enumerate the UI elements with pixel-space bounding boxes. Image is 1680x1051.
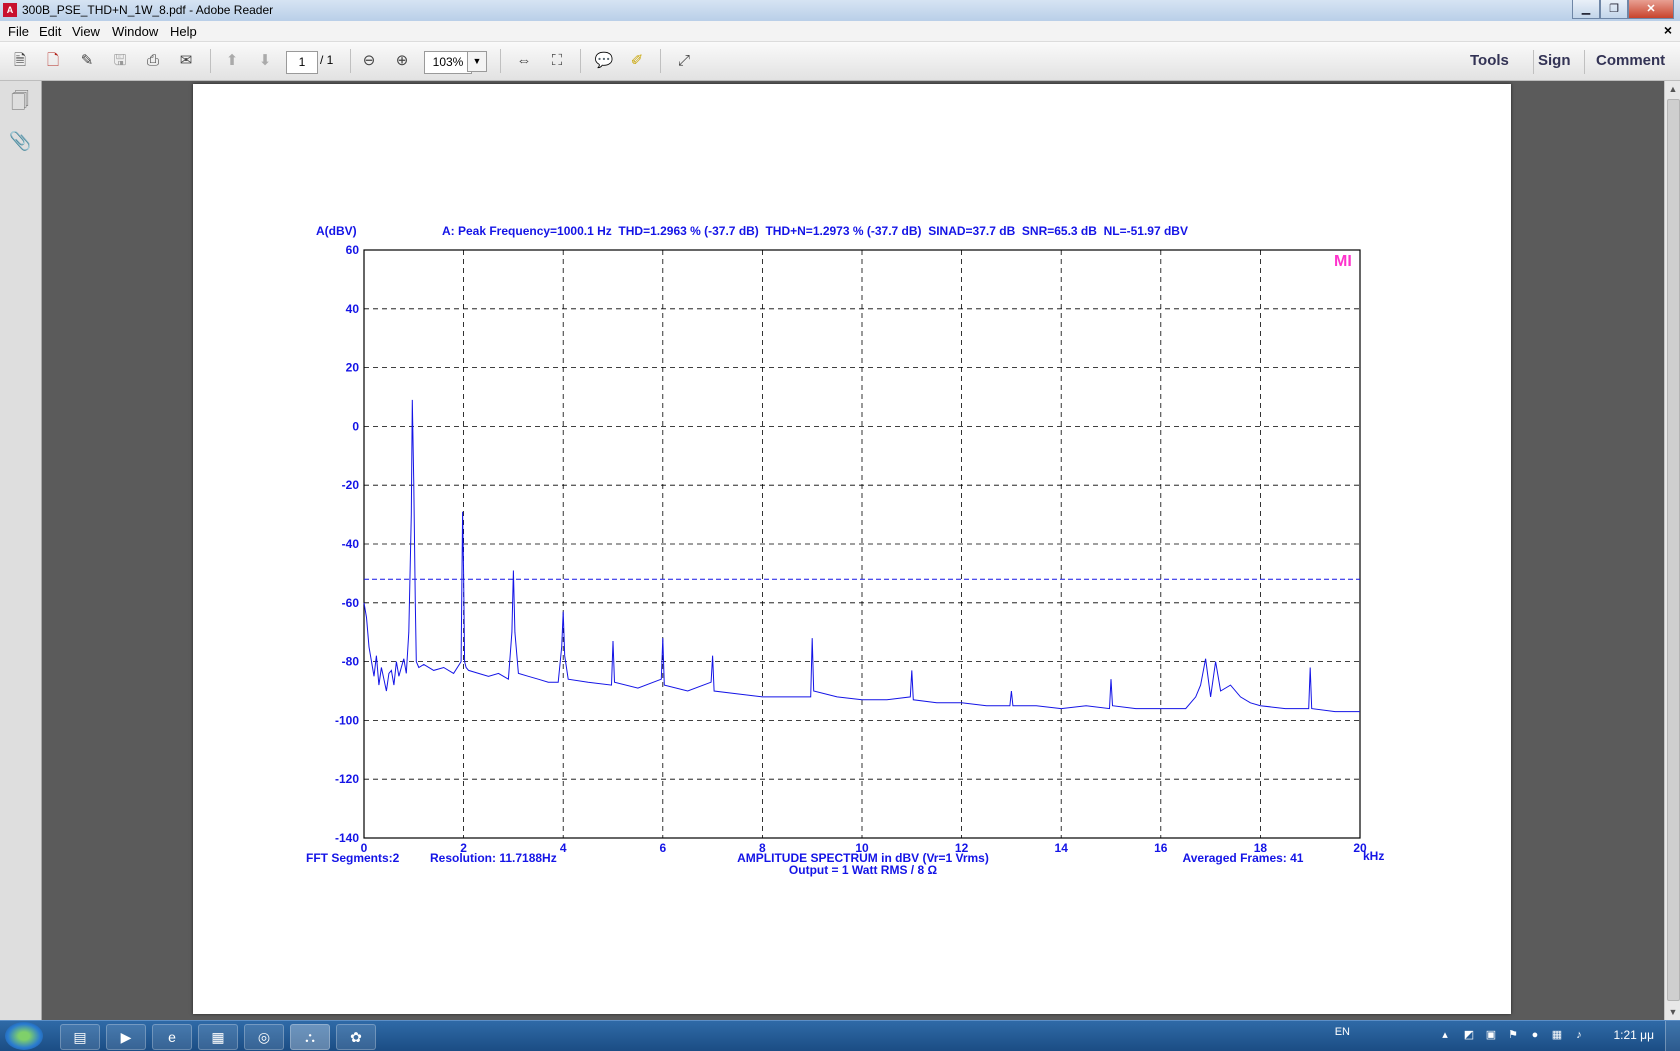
flag-icon[interactable]: ⚑ xyxy=(1506,1028,1520,1042)
y-axis-label: A(dBV) xyxy=(316,224,357,238)
window-title: 300B_PSE_THD+N_1W_8.pdf - Adobe Reader xyxy=(22,3,274,17)
save-icon[interactable]: 🖫 xyxy=(110,51,130,71)
email-icon[interactable]: ✉ xyxy=(176,51,196,71)
clock[interactable]: 1:21 μμ xyxy=(1613,1028,1654,1042)
toolbar-separator xyxy=(500,49,501,73)
sign-button[interactable]: Sign xyxy=(1538,52,1571,69)
menu-help[interactable]: Help xyxy=(170,24,197,39)
explorer-icon[interactable]: ▤ xyxy=(60,1024,100,1050)
spectrum-chart: 6040200-20-40-60-80-100-120-140 0 2 4 6 8 10 1… xyxy=(306,224,1384,877)
language-indicator[interactable]: EN xyxy=(1335,1026,1350,1038)
toolbar-separator xyxy=(1533,50,1534,74)
toolbar-separator xyxy=(350,49,351,73)
chart-grid xyxy=(364,250,1360,838)
tray-icon-3[interactable]: ● xyxy=(1528,1028,1542,1042)
menu-file[interactable]: File xyxy=(8,24,29,39)
next-page-icon[interactable]: ⬇ xyxy=(255,51,275,71)
toolbar-separator xyxy=(660,49,661,73)
page-number-input[interactable] xyxy=(286,51,318,74)
comment-icon[interactable]: 💬 xyxy=(594,51,614,71)
toolbar-separator xyxy=(1584,50,1585,74)
scroll-up-icon[interactable]: ▲ xyxy=(1665,81,1680,97)
menu-bar: File Edit View Window Help × xyxy=(0,21,1680,42)
toolbar: 🗎 🗋 ✎ 🖫 ⎙ ✉ ⬆ ⬇ / 1 ⊖ ⊕ ▼ ⇔ ⛶ 💬 ✐ ⤢ Tool… xyxy=(0,42,1680,81)
zoom-in-icon[interactable]: ⊕ xyxy=(392,51,412,71)
adobe-reader-icon: A xyxy=(3,3,17,17)
navigation-pane: 🗍 📎 xyxy=(0,81,42,1020)
edit-icon[interactable]: ✎ xyxy=(77,51,97,71)
x-tick-label: 14 xyxy=(1055,841,1069,855)
acrobat-icon[interactable]: ⛬ xyxy=(290,1024,330,1050)
close-button[interactable]: ✕ xyxy=(1628,0,1674,19)
fit-width-icon[interactable]: ⇔ xyxy=(514,51,534,71)
y-tick-label: 40 xyxy=(346,302,360,316)
pages-icon[interactable]: 🗍 xyxy=(9,89,31,111)
calculator-icon[interactable]: ▦ xyxy=(198,1024,238,1050)
title-bar: A 300B_PSE_THD+N_1W_8.pdf - Adobe Reader… xyxy=(0,0,1680,22)
ie-icon[interactable]: e xyxy=(152,1024,192,1050)
export-icon[interactable]: 🗋 xyxy=(43,51,63,71)
menu-view[interactable]: View xyxy=(72,24,100,39)
menu-edit[interactable]: Edit xyxy=(39,24,61,39)
close-document-icon[interactable]: × xyxy=(1664,22,1672,38)
comment-button[interactable]: Comment xyxy=(1596,52,1665,69)
toolbar-separator xyxy=(580,49,581,73)
fullscreen-icon[interactable]: ⤢ xyxy=(674,51,694,71)
minimize-button[interactable]: ▁ xyxy=(1572,0,1600,19)
x-tick-label: 4 xyxy=(560,841,567,855)
create-icon[interactable]: 🗎 xyxy=(10,51,30,71)
app-icon[interactable]: ✿ xyxy=(336,1024,376,1050)
fft-segments-label: FFT Segments:2 xyxy=(306,851,400,865)
volume-icon[interactable]: ♪ xyxy=(1572,1028,1586,1042)
show-desktop-button[interactable] xyxy=(1665,1021,1680,1051)
system-tray: EN ▴ ◩ ▣ ⚑ ● ▦ ♪ 1:21 μμ xyxy=(1280,1021,1680,1051)
x-unit-label: kHz xyxy=(1363,849,1384,863)
zoom-out-icon[interactable]: ⊖ xyxy=(359,51,379,71)
highlight-icon[interactable]: ✐ xyxy=(627,51,647,71)
network-icon[interactable]: ▦ xyxy=(1550,1028,1564,1042)
page-total: / 1 xyxy=(320,53,334,67)
window-controls: ▁ ❐ ✕ xyxy=(1572,0,1674,19)
taskbar: ▤ ▶ e ▦ ◎ ⛬ ✿ EN ▴ ◩ ▣ ⚑ ● ▦ ♪ 1:21 μμ xyxy=(0,1020,1680,1051)
zoom-dropdown-button[interactable]: ▼ xyxy=(467,51,487,72)
y-tick-label: -120 xyxy=(335,772,359,786)
resolution-label: Resolution: 11.7188Hz xyxy=(430,851,557,865)
media-player-icon[interactable]: ▶ xyxy=(106,1024,146,1050)
logo-mark: MI xyxy=(1334,253,1352,270)
show-hidden-icon[interactable]: ▴ xyxy=(1438,1028,1452,1042)
menu-window[interactable]: Window xyxy=(112,24,158,39)
y-tick-labels: 60 40 20 0 -20 -40 -60 -80 -100 -120 -140 xyxy=(335,243,359,845)
y-tick-label: -40 xyxy=(342,537,360,551)
y-tick-label: -100 xyxy=(335,713,359,727)
restore-button[interactable]: ❐ xyxy=(1600,0,1628,19)
toolbar-separator xyxy=(210,49,211,73)
x-tick-label: 6 xyxy=(659,841,666,855)
tray-icon-2[interactable]: ▣ xyxy=(1484,1028,1498,1042)
prev-page-icon[interactable]: ⬆ xyxy=(222,51,242,71)
y-tick-label: -20 xyxy=(342,478,360,492)
x-tick-label: 16 xyxy=(1154,841,1168,855)
zoom-input[interactable] xyxy=(424,51,472,74)
fit-page-icon[interactable]: ⛶ xyxy=(547,51,567,71)
start-button[interactable] xyxy=(5,1022,43,1050)
y-tick-label: -80 xyxy=(342,655,360,669)
pdf-page: 60 40 20 0 -20 -40 -60 -80 -100 -120 -140 0 2 4 6 8 10 1… xyxy=(193,84,1511,1014)
scroll-down-icon[interactable]: ▼ xyxy=(1665,1004,1680,1020)
y-tick-label: -60 xyxy=(342,596,360,610)
chart-header: A: Peak Frequency=1000.1 Hz THD=1.2963 %… xyxy=(442,224,1188,238)
attachments-icon[interactable]: 📎 xyxy=(9,131,31,153)
tray-icon-1[interactable]: ◩ xyxy=(1462,1028,1476,1042)
y-tick-label: 20 xyxy=(346,361,360,375)
tools-button[interactable]: Tools xyxy=(1470,52,1509,69)
y-tick-label: 60 xyxy=(346,243,360,257)
output-label: Output = 1 Watt RMS / 8 Ω xyxy=(789,863,938,877)
averaged-frames-label: Averaged Frames: 41 xyxy=(1183,851,1304,865)
y-tick-label: -140 xyxy=(335,831,359,845)
y-tick-label: 0 xyxy=(352,419,359,433)
folder-icon[interactable]: ◎ xyxy=(244,1024,284,1050)
print-icon[interactable]: ⎙ xyxy=(143,51,163,71)
vertical-scrollbar[interactable]: ▲ ▼ xyxy=(1664,81,1680,1020)
scroll-thumb[interactable] xyxy=(1667,99,1680,1001)
